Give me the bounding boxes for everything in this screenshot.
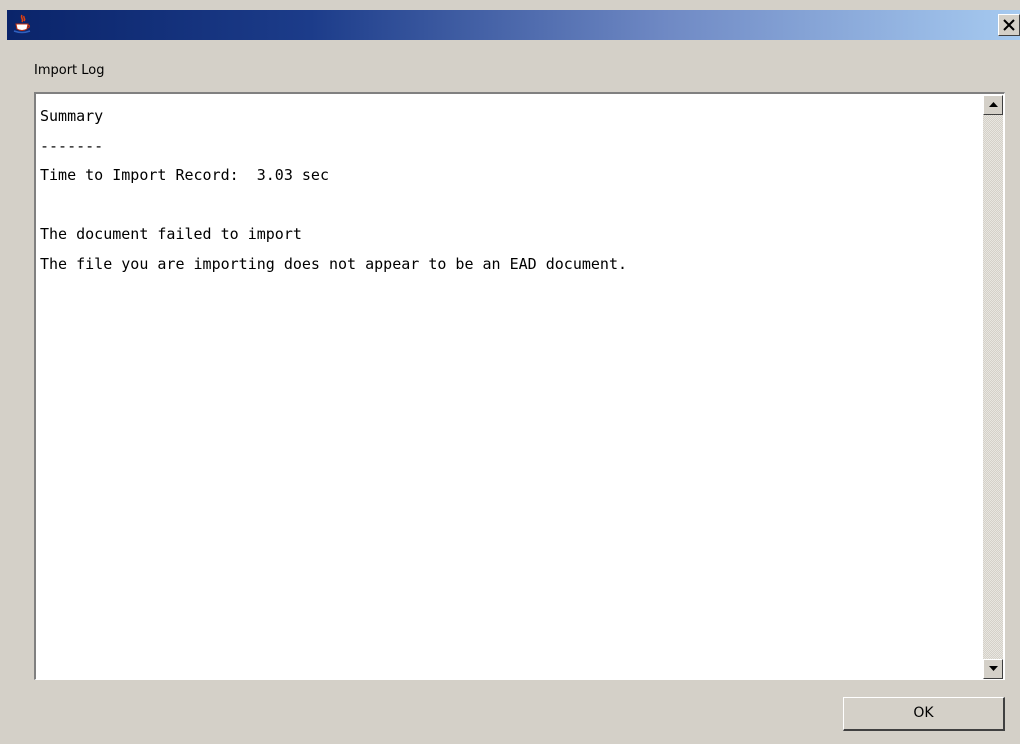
java-cup-icon [11,13,33,35]
vertical-scrollbar[interactable] [983,95,1003,679]
import-log-label: Import Log [34,63,105,78]
title-bar[interactable] [7,10,1020,40]
log-text[interactable]: Summary ------- Time to Import Record: 3… [38,96,982,678]
close-button[interactable] [998,14,1020,36]
import-log-dialog: Import Log Summary ------- Time to Impor… [0,0,1020,744]
log-text-area[interactable]: Summary ------- Time to Import Record: 3… [34,92,1005,680]
scroll-down-button[interactable] [983,659,1003,679]
scroll-up-button[interactable] [983,95,1003,115]
ok-button[interactable]: OK [843,697,1005,731]
